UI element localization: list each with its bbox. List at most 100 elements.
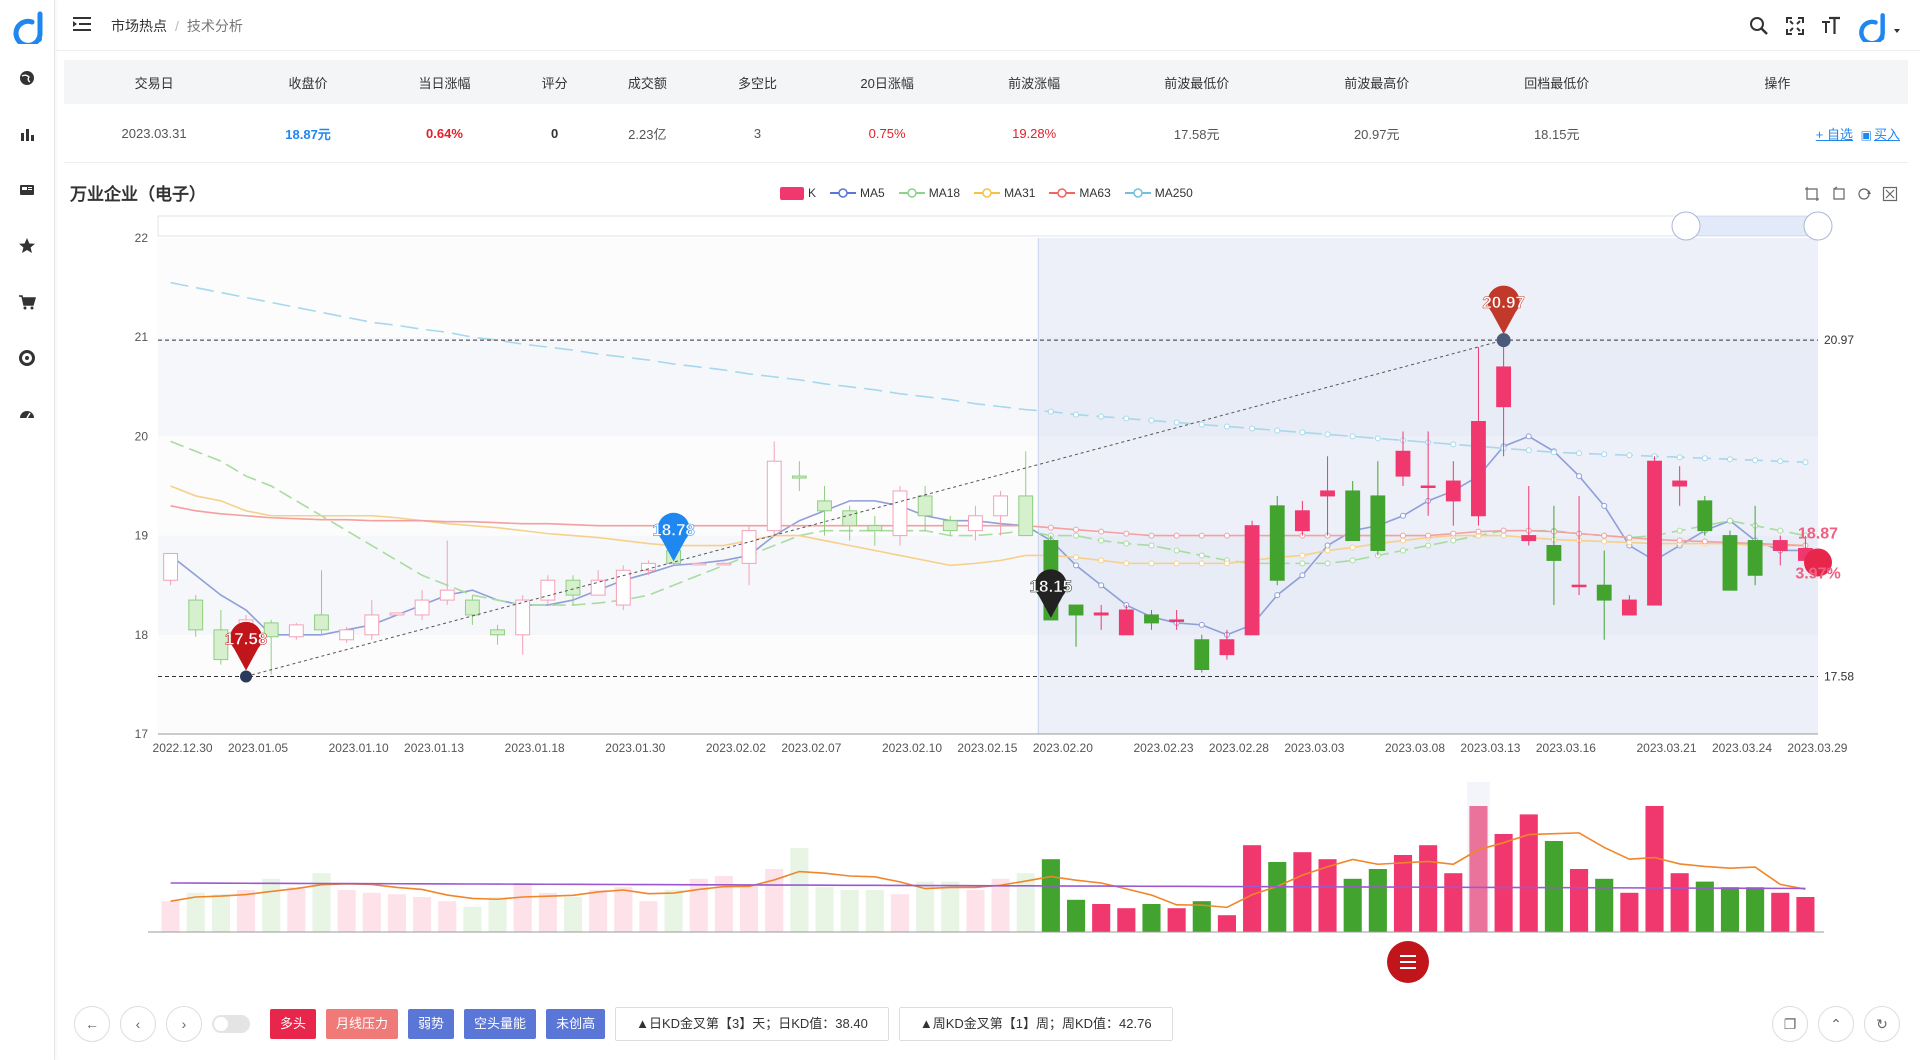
refresh-button[interactable]: ↻ — [1864, 1006, 1900, 1042]
candle-body — [842, 510, 858, 527]
volume-bar — [1066, 899, 1086, 932]
kline-chart[interactable]: 22 21 20 19 18 17 2022.12.30 2023.01.05 2023.01.… — [0, 0, 1920, 1000]
ma-point — [1400, 532, 1406, 539]
ma-point — [1726, 517, 1733, 524]
ma-point — [1726, 456, 1733, 463]
candle-body — [1772, 540, 1788, 551]
y-tick-label: 21 — [135, 330, 149, 344]
volume-bar — [614, 887, 633, 932]
candle-body — [1018, 495, 1034, 537]
next-button[interactable]: › — [166, 1006, 202, 1042]
volume-bar — [589, 890, 608, 932]
volume-highlight — [1467, 782, 1490, 932]
candle-body — [288, 624, 304, 638]
candle-body — [1596, 584, 1612, 601]
data-zoom-slider[interactable] — [157, 211, 1833, 241]
ma-point — [1123, 415, 1130, 422]
last-price-label: 18.87 — [1798, 525, 1838, 542]
candle-body — [1420, 485, 1436, 488]
bottom-controls: ← ‹ › 多头 月线压力 弱势 空头量能 未创高 ▲日KD金叉第【3】天；日K… — [74, 1006, 1173, 1042]
candle-body — [1118, 609, 1134, 636]
ma-point — [1123, 530, 1130, 537]
volume-bar — [1217, 915, 1236, 932]
tag-monthly-resistance[interactable]: 月线压力 — [326, 1009, 399, 1039]
candle-body — [691, 562, 707, 566]
x-tick-label: 2023.02.23 — [1133, 741, 1193, 755]
ma-point — [1324, 547, 1331, 554]
copy-button[interactable]: ❐ — [1772, 1006, 1808, 1042]
ma-point — [1073, 562, 1080, 569]
volume-bar — [1368, 869, 1387, 932]
ma-point — [1148, 532, 1155, 539]
volume-bar — [1243, 845, 1262, 932]
ma-point — [1198, 421, 1205, 428]
scroll-top-button[interactable]: ⌃ — [1818, 1006, 1854, 1042]
volume-bar — [966, 890, 985, 932]
candle-body — [1571, 584, 1587, 588]
tag-bullish[interactable]: 多头 — [270, 1009, 317, 1039]
ma-point — [1173, 547, 1180, 554]
ma-point — [1626, 534, 1633, 541]
candle-body — [1445, 480, 1461, 502]
volume-bar — [312, 873, 331, 932]
prev-button[interactable]: ‹ — [120, 1006, 156, 1042]
ma-point — [1802, 459, 1809, 466]
slider-track — [157, 215, 1819, 237]
ma-point — [1626, 452, 1633, 459]
candle-body — [1546, 545, 1562, 561]
tag-no-new-high[interactable]: 未创高 — [546, 1009, 606, 1039]
candle-body — [1672, 480, 1688, 487]
y-tick-label: 22 — [135, 231, 149, 245]
volume-bar — [563, 897, 583, 932]
candle-body — [1320, 490, 1335, 497]
ma-point — [1223, 560, 1230, 567]
ma-point — [1425, 542, 1432, 549]
toggle-switch[interactable] — [212, 1015, 250, 1033]
ma-point — [1601, 532, 1608, 539]
volume-bar — [1771, 892, 1790, 932]
volume-bar — [488, 897, 507, 932]
x-tick-label: 2023.03.29 — [1787, 741, 1847, 755]
volume-bar — [1167, 908, 1186, 932]
ma-point — [1249, 425, 1256, 432]
candle-body — [1169, 619, 1185, 622]
ma-point — [1525, 433, 1532, 440]
ma-point — [1450, 530, 1457, 537]
candle-body — [389, 612, 405, 616]
candle-body — [741, 530, 757, 564]
tag-bearish-volume[interactable]: 空头量能 — [464, 1009, 537, 1039]
volume-bar — [1519, 814, 1538, 932]
x-tick-label: 2023.01.10 — [329, 741, 389, 755]
ma-point — [1198, 621, 1205, 628]
low-point — [240, 670, 253, 683]
candle-body — [1244, 525, 1260, 636]
volume-bar — [664, 890, 683, 932]
ma-point — [1400, 547, 1406, 554]
volume-bar — [1720, 887, 1740, 932]
ma-point — [1299, 429, 1306, 436]
ma-point — [1123, 540, 1130, 547]
ma-point — [1299, 572, 1306, 579]
volume-bar — [941, 881, 960, 932]
ma-point — [1098, 528, 1105, 535]
candle-body — [1219, 639, 1235, 656]
daily-kd-info: ▲日KD金叉第【3】天；日KD值：38.40 — [615, 1007, 889, 1041]
chart-background — [158, 238, 1818, 734]
high-point — [1496, 333, 1511, 348]
x-tick-label: 2023.02.20 — [1033, 741, 1093, 755]
volume-bar — [865, 890, 884, 932]
volume-bar — [1092, 904, 1111, 932]
candle-body — [716, 562, 732, 566]
ma-point — [1601, 538, 1608, 545]
back-button[interactable]: ← — [74, 1006, 110, 1042]
ma-point — [1073, 554, 1080, 561]
ma-point — [1073, 532, 1080, 539]
volume-bar — [463, 906, 482, 932]
volume-bar — [1595, 878, 1614, 932]
pullback-marker-label: 18.15 — [1030, 577, 1073, 596]
x-tick-label: 2023.03.21 — [1636, 741, 1696, 755]
tag-weak[interactable]: 弱势 — [408, 1009, 455, 1039]
volume-bar — [211, 894, 230, 932]
x-tick-label: 2023.03.03 — [1284, 741, 1344, 755]
candle-body — [867, 525, 883, 532]
